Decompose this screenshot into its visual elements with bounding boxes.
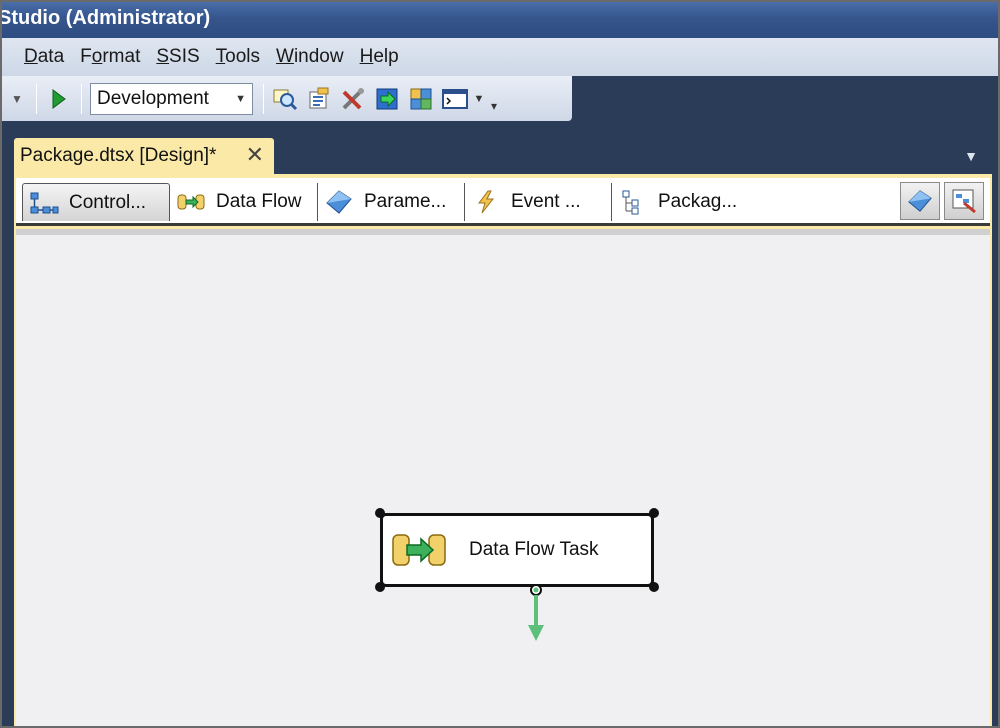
menu-tools[interactable]: Tools: [208, 46, 268, 68]
properties-icon[interactable]: [302, 82, 336, 116]
parameters-icon: [324, 189, 354, 215]
tab-label: Control...: [69, 191, 147, 213]
toolbar-overflow-icon[interactable]: ▾: [486, 99, 502, 113]
toolbar-separator: [81, 83, 82, 114]
tab-label: Event ...: [511, 191, 581, 212]
toolbar-strip: ▼ Development ▼ ▼ ▾: [2, 76, 998, 126]
tab-label: Packag...: [658, 191, 738, 212]
chevron-down-icon[interactable]: ▼: [472, 93, 486, 105]
tab-parameters[interactable]: Parame...: [318, 183, 465, 221]
tools-icon[interactable]: [336, 82, 370, 116]
task-label: Data Flow Task: [469, 539, 599, 560]
control-flow-icon: [29, 190, 59, 216]
play-icon: [52, 88, 66, 109]
precedence-constraint-arrow[interactable]: [528, 585, 544, 645]
toolbar-separator: [36, 83, 37, 114]
menu-data[interactable]: Data: [16, 46, 72, 68]
zoom-button[interactable]: [944, 182, 984, 220]
import-icon[interactable]: [370, 82, 404, 116]
event-handlers-icon: [471, 189, 501, 215]
resize-handle-top-left[interactable]: [375, 508, 385, 518]
tab-label: Data Flow: [216, 191, 302, 212]
start-debugging-button[interactable]: [41, 88, 77, 110]
tab-event-handlers[interactable]: Event ...: [465, 183, 612, 221]
tab-label: Package.dtsx [Design]*: [20, 145, 217, 166]
tab-control-flow[interactable]: Control...: [22, 183, 170, 221]
configuration-value: Development: [97, 87, 209, 109]
package-designer: Control... Data Flow Parame... Event ...…: [14, 174, 992, 726]
data-flow-icon: [176, 189, 206, 215]
control-flow-canvas[interactable]: Data Flow Task: [16, 229, 990, 726]
tab-label: Parame...: [364, 191, 447, 212]
toolbar-separator: [263, 83, 264, 114]
resize-handle-bottom-right[interactable]: [649, 582, 659, 592]
parameters-button[interactable]: [900, 182, 940, 220]
menu-ssis[interactable]: SSIS: [148, 46, 207, 68]
resize-handle-top-right[interactable]: [649, 508, 659, 518]
menu-format[interactable]: Format: [72, 46, 148, 68]
find-icon[interactable]: [268, 82, 302, 116]
menu-help[interactable]: Help: [352, 46, 407, 68]
menu-window[interactable]: Window: [268, 46, 352, 68]
designer-toolbar: [900, 182, 984, 220]
application-window: Studio (Administrator) Data Format SSIS …: [0, 0, 1000, 728]
chevron-down-icon: ▼: [235, 92, 246, 105]
designer-tab-strip: Control... Data Flow Parame... Event ...…: [16, 178, 990, 226]
solution-configuration-select[interactable]: Development ▼: [90, 82, 253, 115]
command-window-icon[interactable]: [438, 82, 472, 116]
resize-handle-bottom-left[interactable]: [375, 582, 385, 592]
tab-data-flow[interactable]: Data Flow: [170, 183, 318, 221]
tab-package-explorer[interactable]: Packag...: [612, 183, 759, 221]
chevron-down-icon[interactable]: ▼: [964, 148, 978, 164]
zoom-to-fit-icon: [952, 189, 976, 214]
standard-toolbar: ▼ Development ▼ ▼ ▾: [2, 76, 572, 121]
window-title: Studio (Administrator): [0, 7, 211, 29]
deploy-icon[interactable]: [404, 82, 438, 116]
data-flow-task-icon: [391, 530, 451, 570]
data-flow-task[interactable]: Data Flow Task: [375, 508, 659, 592]
title-bar: Studio (Administrator): [0, 2, 998, 38]
close-icon[interactable]: ✕: [246, 142, 264, 168]
chevron-down-icon[interactable]: ▼: [2, 92, 32, 106]
package-explorer-icon: [618, 189, 648, 215]
menu-bar: Data Format SSIS Tools Window Help: [2, 38, 998, 76]
parameters-icon: [908, 190, 932, 212]
tab-package-design[interactable]: Package.dtsx [Design]* ✕: [14, 138, 274, 174]
